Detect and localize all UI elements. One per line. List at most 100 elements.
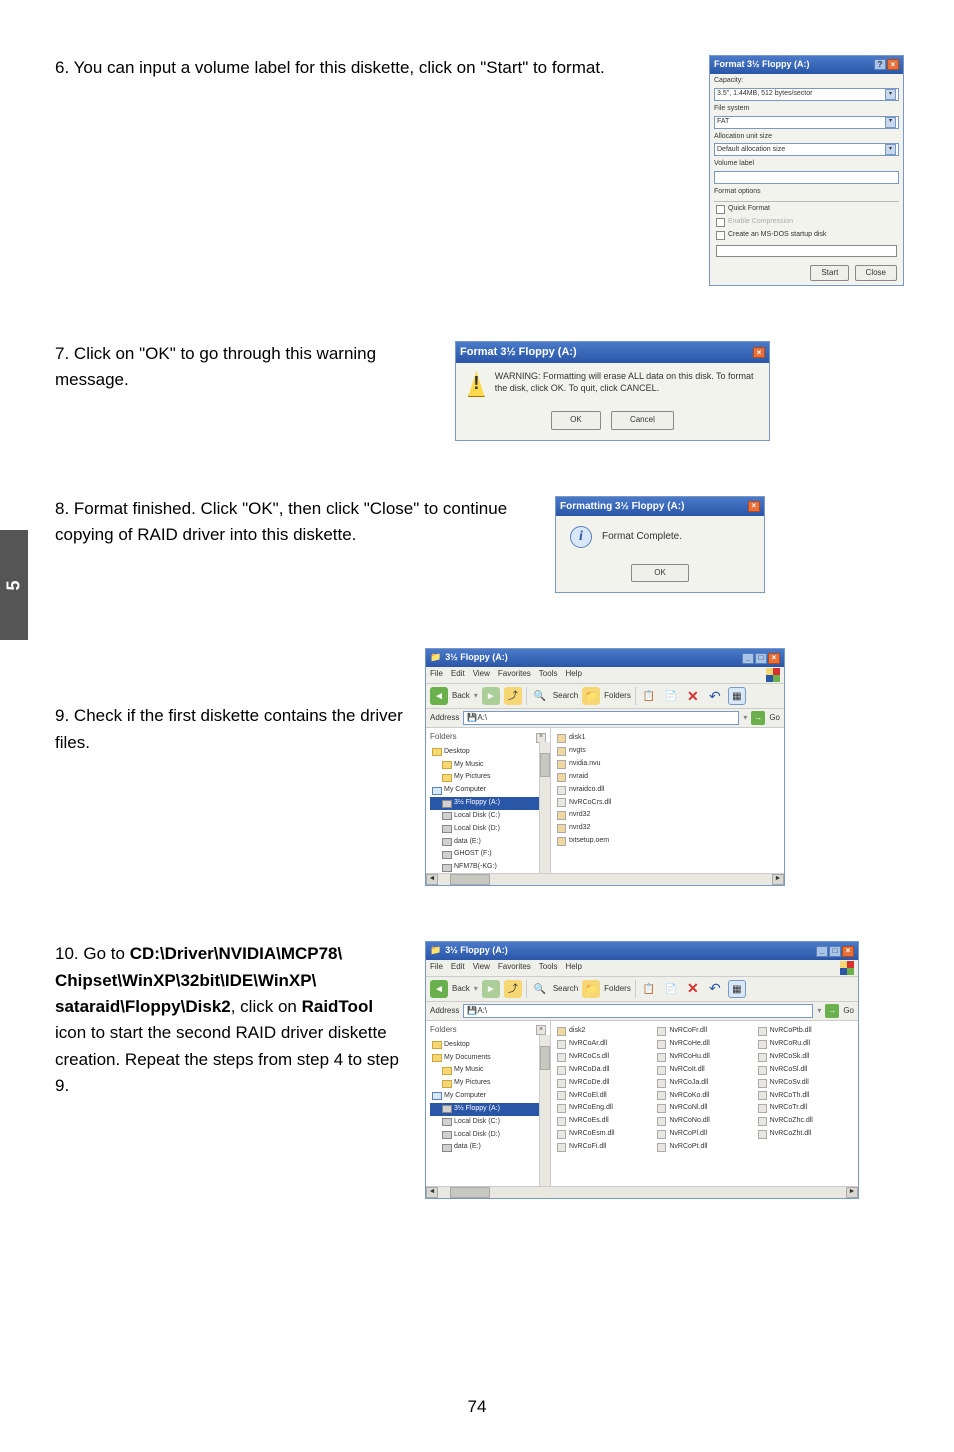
tree-item[interactable]: Local Disk (C:) xyxy=(430,1116,546,1129)
filesystem-select[interactable]: FAT ▾ xyxy=(714,116,899,129)
menu-help[interactable]: Help xyxy=(565,668,581,682)
file-item[interactable]: NvRCoIt.dll xyxy=(657,1064,751,1077)
file-item[interactable]: NvRCoFi.dll xyxy=(557,1141,651,1154)
tree-item[interactable]: data (E:) xyxy=(430,836,546,849)
file-item[interactable]: NvRCoSv.dll xyxy=(758,1077,852,1090)
menu-favorites[interactable]: Favorites xyxy=(498,961,531,975)
file-item[interactable]: NvRCoEl.dll xyxy=(557,1090,651,1103)
file-item[interactable]: NvRCoCrs.dll xyxy=(557,797,778,810)
file-item[interactable]: NvRCoZhc.dll xyxy=(758,1115,852,1128)
tree-scrollbar[interactable] xyxy=(539,742,550,873)
file-item[interactable]: NvRCoDa.dll xyxy=(557,1064,651,1077)
search-icon[interactable]: 🔍 xyxy=(531,687,549,705)
views-icon[interactable]: ▦ xyxy=(728,980,746,998)
maximize-icon[interactable]: □ xyxy=(755,653,767,664)
file-item[interactable]: NvRCoEs.dll xyxy=(557,1115,651,1128)
file-item[interactable]: NvRCoHu.dll xyxy=(657,1051,751,1064)
close-icon[interactable]: × xyxy=(887,59,899,70)
file-item[interactable]: NvRCoSk.dll xyxy=(758,1051,852,1064)
quick-format-checkbox[interactable]: Quick Format xyxy=(716,204,897,215)
maximize-icon[interactable]: □ xyxy=(829,946,841,957)
menu-file[interactable]: File xyxy=(430,668,443,682)
file-item[interactable]: NvRCoSl.dll xyxy=(758,1064,852,1077)
file-item[interactable]: NvRCoTr.dll xyxy=(758,1102,852,1115)
capacity-select[interactable]: 3.5", 1.44MB, 512 bytes/sector ▾ xyxy=(714,88,899,101)
ok-button[interactable]: OK xyxy=(551,411,601,429)
tree-item[interactable]: My Computer xyxy=(430,1090,546,1103)
delete-icon[interactable]: ✕ xyxy=(684,980,702,998)
move-icon[interactable]: 📋 xyxy=(640,687,658,705)
file-item[interactable]: nvrd32 xyxy=(557,809,778,822)
tree-scrollbar[interactable] xyxy=(539,1035,550,1186)
file-item[interactable]: nvrd32 xyxy=(557,822,778,835)
tree-item[interactable]: 3½ Floppy (A:) xyxy=(430,797,546,810)
move-icon[interactable]: 📋 xyxy=(640,980,658,998)
file-item[interactable]: NvRCoPtb.dll xyxy=(758,1025,852,1038)
file-item[interactable]: nvgts xyxy=(557,745,778,758)
tree-item[interactable]: 3½ Floppy (A:) xyxy=(430,1103,546,1116)
file-item[interactable]: NvRCoTh.dll xyxy=(758,1090,852,1103)
up-icon[interactable]: ⤴ xyxy=(504,980,522,998)
alloc-select[interactable]: Default allocation size ▾ xyxy=(714,143,899,156)
file-item[interactable]: NvRCoKo.dll xyxy=(657,1090,751,1103)
h-scrollbar[interactable]: ◄► xyxy=(426,1186,858,1198)
menu-favorites[interactable]: Favorites xyxy=(498,668,531,682)
tree-item[interactable]: GHOST (F:) xyxy=(430,848,546,861)
close-icon[interactable]: × xyxy=(768,653,780,664)
up-icon[interactable]: ⤴ xyxy=(504,687,522,705)
h-scrollbar[interactable]: ◄► xyxy=(426,873,784,885)
file-item[interactable]: txtsetup.oem xyxy=(557,835,778,848)
tree-item[interactable]: My Documents xyxy=(430,1052,546,1065)
file-item[interactable]: NvRCoZht.dll xyxy=(758,1128,852,1141)
file-item[interactable]: NvRCoEsm.dll xyxy=(557,1128,651,1141)
tree-item[interactable]: data (E:) xyxy=(430,1141,546,1154)
address-input[interactable]: 💾A:\ xyxy=(463,711,739,725)
cancel-button[interactable]: Cancel xyxy=(611,411,674,429)
minimize-icon[interactable]: _ xyxy=(816,946,828,957)
menu-file[interactable]: File xyxy=(430,961,443,975)
file-item[interactable]: NvRCoEng.dll xyxy=(557,1102,651,1115)
msdos-checkbox[interactable]: Create an MS-DOS startup disk xyxy=(716,230,897,241)
tree-item[interactable]: My Music xyxy=(430,1064,546,1077)
menu-view[interactable]: View xyxy=(473,668,490,682)
menu-help[interactable]: Help xyxy=(565,961,581,975)
tree-item[interactable]: My Computer xyxy=(430,784,546,797)
tree-item[interactable]: My Pictures xyxy=(430,771,546,784)
address-input[interactable]: 💾A:\ xyxy=(463,1004,813,1018)
help-icon[interactable]: ? xyxy=(874,59,886,70)
close-icon[interactable]: × xyxy=(748,501,760,512)
views-icon[interactable]: ▦ xyxy=(728,687,746,705)
copy-icon[interactable]: 📄 xyxy=(662,687,680,705)
file-item[interactable]: NvRCoCs.dll xyxy=(557,1051,651,1064)
tree-item[interactable]: My Music xyxy=(430,759,546,772)
file-item[interactable]: NvRCoNo.dll xyxy=(657,1115,751,1128)
tree-item[interactable]: Local Disk (D:) xyxy=(430,1129,546,1142)
undo-icon[interactable]: ↶ xyxy=(706,687,724,705)
file-item[interactable]: NvRCoJa.dll xyxy=(657,1077,751,1090)
copy-icon[interactable]: 📄 xyxy=(662,980,680,998)
folders-icon[interactable]: 📁 xyxy=(582,980,600,998)
file-item[interactable]: NvRCoAr.dll xyxy=(557,1038,651,1051)
tree-item[interactable]: My Pictures xyxy=(430,1077,546,1090)
menu-tools[interactable]: Tools xyxy=(539,961,558,975)
close-icon[interactable]: × xyxy=(753,347,765,358)
volume-input[interactable] xyxy=(714,171,899,184)
file-item[interactable]: NvRCoFr.dll xyxy=(657,1025,751,1038)
file-item[interactable]: nvidia.nvu xyxy=(557,758,778,771)
file-item[interactable]: NvRCoRu.dll xyxy=(758,1038,852,1051)
file-item[interactable]: nvraidco.dll xyxy=(557,784,778,797)
close-pane-icon[interactable]: × xyxy=(536,1025,546,1035)
delete-icon[interactable]: ✕ xyxy=(684,687,702,705)
go-button[interactable]: → xyxy=(825,1004,839,1018)
file-item[interactable]: NvRCoPt.dll xyxy=(657,1141,751,1154)
file-item[interactable]: disk1 xyxy=(557,732,778,745)
back-icon[interactable]: ◄ xyxy=(430,980,448,998)
go-button[interactable]: → xyxy=(751,711,765,725)
file-item[interactable]: NvRCoHe.dll xyxy=(657,1038,751,1051)
start-button[interactable]: Start xyxy=(810,265,849,281)
menu-edit[interactable]: Edit xyxy=(451,668,465,682)
tree-item[interactable]: Desktop xyxy=(430,746,546,759)
menu-tools[interactable]: Tools xyxy=(539,668,558,682)
close-icon[interactable]: × xyxy=(842,946,854,957)
tree-item[interactable]: Local Disk (D:) xyxy=(430,823,546,836)
